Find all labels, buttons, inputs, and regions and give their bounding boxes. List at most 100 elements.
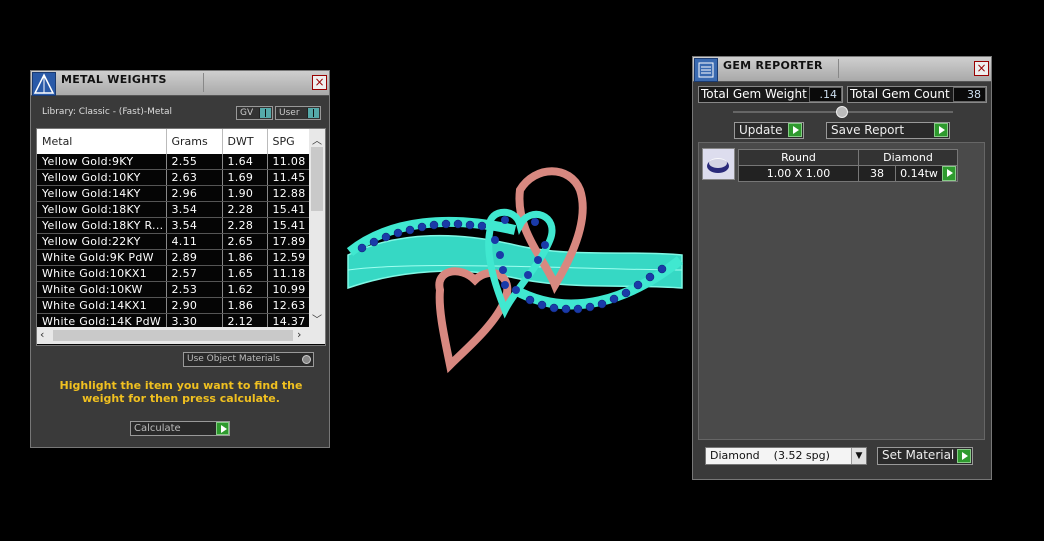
scroll-right-icon[interactable]: ›	[297, 328, 301, 341]
table-row[interactable]: Yellow Gold:22KY 4.11 2.65 17.89	[37, 233, 322, 250]
cell-grams: 2.90	[166, 297, 223, 314]
material-select[interactable]: Diamond (3.52 spg) ▼	[705, 447, 867, 465]
update-play-icon	[788, 123, 802, 137]
gem-shape-header: Round	[739, 150, 859, 166]
calculate-instruction: Highlight the item you want to find the …	[59, 379, 303, 405]
cell-metal: White Gold:14KX1	[37, 297, 167, 314]
metal-table-container: Metal Grams DWT SPG Yellow Gold:9KY 2.55 1…	[36, 128, 326, 346]
update-button[interactable]: Update	[734, 122, 804, 139]
total-gem-weight-label: Total Gem Weight	[701, 87, 807, 101]
gem-size-cell: 1.00 X 1.00	[739, 166, 859, 181]
gv-toggle-icon	[259, 108, 271, 118]
gem-slider-handle-icon[interactable]	[836, 106, 848, 118]
col-header-grams[interactable]: Grams	[166, 129, 223, 154]
user-toggle[interactable]: User	[275, 106, 321, 120]
save-report-label: Save Report	[831, 123, 905, 137]
use-object-materials-radio-icon	[302, 355, 311, 364]
cell-grams: 3.54	[166, 201, 223, 218]
round-gem-icon	[702, 148, 735, 180]
table-row[interactable]: White Gold:10KX1 2.57 1.65 11.18	[37, 265, 322, 282]
table-row[interactable]: Yellow Gold:10KY 2.63 1.69 11.45	[37, 169, 322, 186]
cell-metal: Yellow Gold:22KY	[37, 233, 167, 250]
total-gem-count-label: Total Gem Count	[850, 87, 950, 101]
metal-table-hscrollbar[interactable]: ‹ ›	[37, 327, 325, 344]
save-report-button[interactable]: Save Report	[826, 122, 950, 139]
cell-dwt: 2.28	[222, 201, 268, 218]
total-gem-weight-row: Total Gem Weight .14	[698, 86, 843, 103]
gem-reporter-close-icon[interactable]: ×	[974, 61, 989, 76]
table-row[interactable]: White Gold:9K PdW 2.89 1.86 12.59	[37, 249, 322, 266]
metal-weights-titlebar[interactable]: METAL WEIGHTS ×	[31, 71, 329, 96]
gem-reporter-titlebar[interactable]: GEM REPORTER ×	[693, 57, 991, 82]
gem-material-header: Diamond	[859, 150, 957, 166]
user-toggle-icon	[307, 108, 319, 118]
cell-dwt: 2.28	[222, 217, 268, 234]
gem-count-cell: 38	[859, 166, 896, 181]
table-row[interactable]: White Gold:14KX1 2.90 1.86 12.63	[37, 297, 322, 314]
user-label: User	[279, 108, 300, 118]
calculate-label: Calculate	[134, 423, 181, 434]
cell-grams: 2.96	[166, 185, 223, 202]
cell-metal: Yellow Gold:14KY	[37, 185, 167, 202]
table-row[interactable]: Yellow Gold:9KY 2.55 1.64 11.08	[37, 154, 322, 170]
gem-row-play-icon[interactable]	[942, 166, 956, 181]
cell-grams: 2.53	[166, 281, 223, 298]
cell-dwt: 1.90	[222, 185, 268, 202]
update-label: Update	[739, 123, 783, 137]
cell-metal: White Gold:9K PdW	[37, 249, 167, 266]
use-object-materials-toggle[interactable]: Use Object Materials	[183, 352, 314, 367]
total-gem-weight-value: .14	[809, 87, 842, 102]
gem-reporter-panel: GEM REPORTER × Total Gem Weight .14 Tota…	[692, 56, 992, 480]
set-material-button[interactable]: Set Material	[877, 447, 973, 465]
list-item[interactable]: Round Diamond 1.00 X 1.00 38 0.14tw	[702, 148, 962, 182]
cell-metal: Yellow Gold:10KY	[37, 169, 167, 186]
ring-3d-viewport[interactable]	[340, 160, 690, 380]
metal-table-header: Metal Grams DWT SPG	[37, 129, 322, 154]
hscroll-thumb[interactable]	[53, 330, 293, 341]
gem-list: Round Diamond 1.00 X 1.00 38 0.14tw	[698, 142, 985, 440]
table-row[interactable]: White Gold:10KW 2.53 1.62 10.99	[37, 281, 322, 298]
material-select-value: Diamond (3.52 spg)	[710, 449, 830, 462]
metal-weights-logo-icon	[32, 72, 56, 96]
total-gem-count-row: Total Gem Count 38	[847, 86, 987, 103]
scroll-left-icon[interactable]: ‹	[40, 328, 44, 341]
set-material-label: Set Material	[882, 448, 955, 462]
vscroll-thumb[interactable]	[311, 147, 323, 211]
metal-table-vscrollbar[interactable]: ︿ ﹀	[309, 129, 325, 327]
table-row[interactable]: Yellow Gold:14KY 2.96 1.90 12.88	[37, 185, 322, 202]
gem-weight-cell: 0.14tw	[896, 166, 942, 181]
metal-weights-title: METAL WEIGHTS	[61, 73, 167, 86]
library-label: Library: Classic - (Fast)-Metal	[42, 107, 173, 117]
save-report-play-icon	[934, 123, 948, 137]
cell-dwt: 1.62	[222, 281, 268, 298]
cell-grams: 2.63	[166, 169, 223, 186]
table-row[interactable]: Yellow Gold:18KY R... 3.54 2.28 15.41	[37, 217, 322, 234]
metal-weights-close-icon[interactable]: ×	[312, 75, 327, 90]
table-row[interactable]: Yellow Gold:18KY 3.54 2.28 15.41	[37, 201, 322, 218]
cell-dwt: 1.65	[222, 265, 268, 282]
gv-toggle[interactable]: GV	[236, 106, 273, 120]
total-gem-count-value: 38	[953, 87, 986, 102]
gem-reporter-title: GEM REPORTER	[723, 59, 823, 72]
col-header-metal[interactable]: Metal	[37, 129, 167, 154]
gem-slider[interactable]	[733, 106, 953, 118]
gem-reporter-logo-icon	[694, 58, 718, 82]
ring-render-image	[346, 167, 684, 374]
gv-label: GV	[240, 108, 254, 118]
cell-grams: 2.89	[166, 249, 223, 266]
set-material-play-icon	[957, 449, 971, 463]
metal-table: Metal Grams DWT SPG Yellow Gold:9KY 2.55 1…	[37, 129, 322, 330]
scroll-up-icon[interactable]: ︿	[312, 132, 322, 147]
cell-dwt: 1.86	[222, 297, 268, 314]
cell-dwt: 1.69	[222, 169, 268, 186]
cell-metal: Yellow Gold:9KY	[37, 154, 167, 170]
calculate-button[interactable]: Calculate	[130, 421, 230, 436]
cell-grams: 2.57	[166, 265, 223, 282]
col-header-dwt[interactable]: DWT	[222, 129, 268, 154]
cell-dwt: 1.86	[222, 249, 268, 266]
cell-dwt: 1.64	[222, 154, 268, 170]
cell-metal: White Gold:10KX1	[37, 265, 167, 282]
calculate-play-icon	[216, 422, 229, 435]
cell-metal: Yellow Gold:18KY	[37, 201, 167, 218]
scroll-down-icon[interactable]: ﹀	[312, 311, 322, 326]
